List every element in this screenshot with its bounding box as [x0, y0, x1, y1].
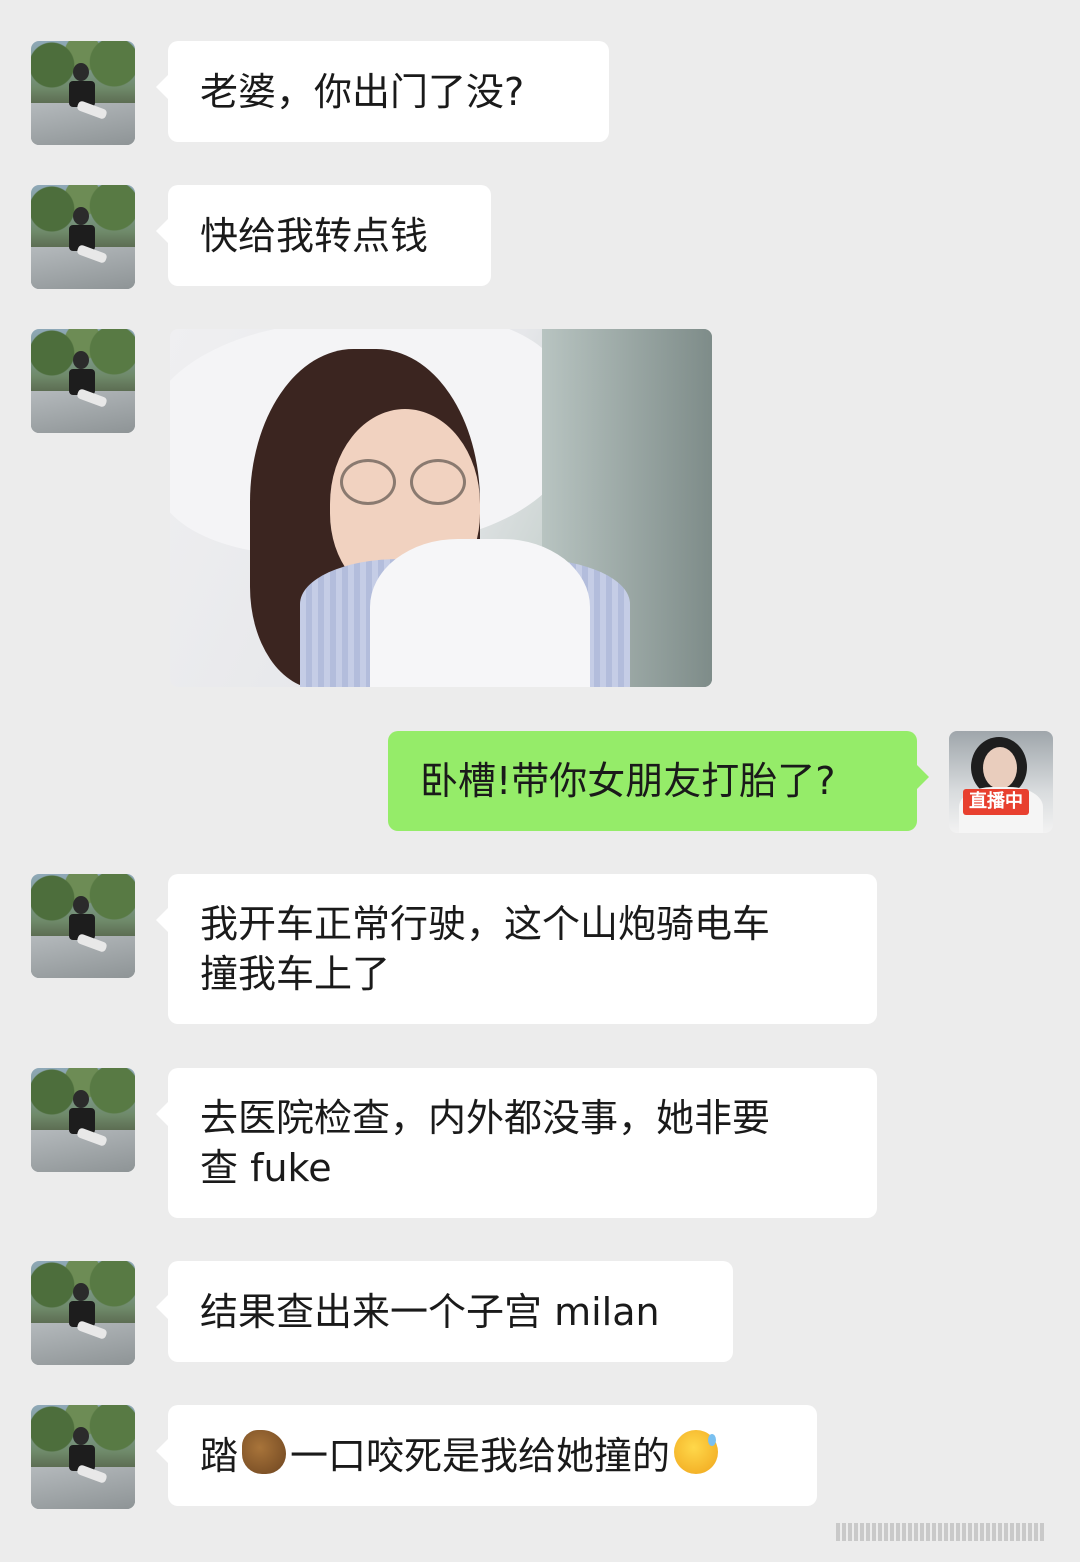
contact-avatar[interactable] [31, 874, 135, 978]
avatar-person-head [73, 63, 89, 81]
message-text: 卧槽!带你女朋友打胎了? [420, 759, 836, 803]
avatar-person-head [73, 1427, 89, 1445]
my-avatar-face [983, 747, 1017, 789]
message-text: 去医院检查，内外都没事，她非要 查 fuke [200, 1096, 771, 1190]
my-avatar[interactable]: 直播中 [949, 731, 1053, 833]
avatar-person-head [73, 207, 89, 225]
message-text-start: 踏 [200, 1433, 239, 1478]
message-text: 结果查出来一个子宫 milan [200, 1289, 660, 1334]
avatar-person-head [73, 1090, 89, 1108]
photo-glasses-left [340, 459, 396, 505]
my-message-bubble[interactable]: 卧槽!带你女朋友打胎了? [388, 731, 929, 831]
image-message[interactable] [170, 329, 712, 687]
message-bubble[interactable]: 快给我转点钱 [156, 185, 491, 286]
photo-blanket [370, 539, 590, 687]
contact-avatar[interactable] [31, 1405, 135, 1509]
message-bubble[interactable]: 去医院检查，内外都没事，她非要 查 fuke [156, 1068, 877, 1218]
contact-avatar[interactable] [31, 1068, 135, 1172]
live-badge: 直播中 [963, 789, 1029, 815]
message-bubble[interactable]: 老婆，你出门了没? [156, 41, 609, 142]
avatar-person-head [73, 1283, 89, 1301]
message-text-end: 一口咬死是我给她撞的 [290, 1433, 671, 1478]
contact-avatar[interactable] [31, 329, 135, 433]
horse-icon [242, 1429, 287, 1474]
avatar-person-head [73, 351, 89, 369]
contact-avatar[interactable] [31, 1261, 135, 1365]
avatar-person-head [73, 896, 89, 914]
photo-glasses-right [410, 459, 466, 505]
sweat-icon [674, 1429, 719, 1474]
message-bubble[interactable]: 踏 一口咬死是我给她撞的 [156, 1405, 817, 1506]
contact-avatar[interactable] [31, 185, 135, 289]
scroll-indicator [836, 1522, 1056, 1542]
message-text: 老婆，你出门了没? [200, 69, 525, 114]
message-text: 我开车正常行驶，这个山炮骑电车 撞我车上了 [200, 902, 771, 996]
contact-avatar[interactable] [31, 41, 135, 145]
message-text: 快给我转点钱 [200, 213, 429, 258]
message-bubble[interactable]: 我开车正常行驶，这个山炮骑电车 撞我车上了 [156, 874, 877, 1024]
message-bubble[interactable]: 结果查出来一个子宫 milan [156, 1261, 733, 1362]
